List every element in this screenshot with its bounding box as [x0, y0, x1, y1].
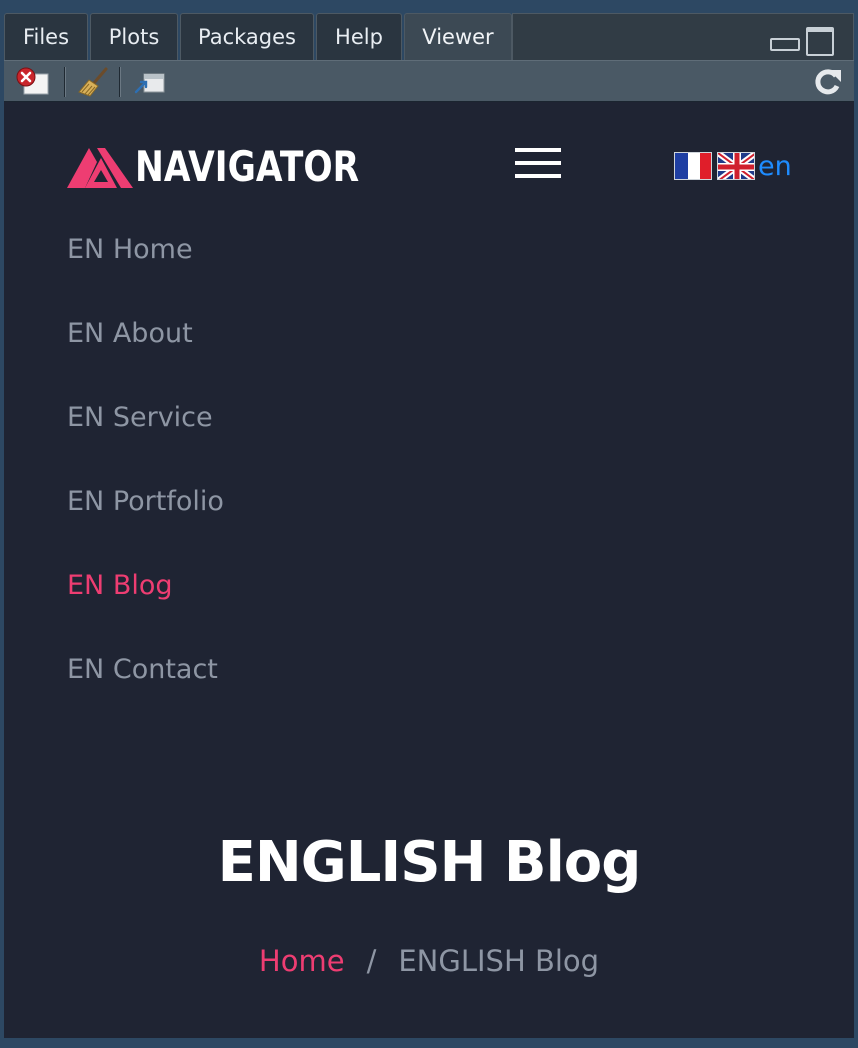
breadcrumb-current: ENGLISH Blog: [398, 944, 600, 978]
language-code-link[interactable]: en: [758, 151, 792, 182]
french-flag-icon[interactable]: [674, 152, 712, 180]
nav-item-home[interactable]: EN Home: [67, 228, 224, 312]
viewer-toolbar: [4, 60, 854, 102]
tab-viewer[interactable]: Viewer: [404, 13, 512, 60]
nav-item-contact[interactable]: EN Contact: [67, 648, 224, 732]
minimize-pane-icon[interactable]: [770, 27, 800, 51]
nav-item-portfolio[interactable]: EN Portfolio: [67, 480, 224, 564]
toolbar-separator: [64, 67, 66, 97]
tab-plots[interactable]: Plots: [90, 13, 178, 60]
navigator-logo-icon: [67, 148, 133, 188]
nav-item-about[interactable]: EN About: [67, 312, 224, 396]
breadcrumb: Home / ENGLISH Blog: [4, 944, 854, 978]
maximize-pane-icon[interactable]: [806, 27, 834, 56]
tab-help[interactable]: Help: [316, 13, 402, 60]
nav-item-service[interactable]: EN Service: [67, 396, 224, 480]
viewer-pane: Files Plots Packages Help Viewer NAVIGAT…: [0, 0, 858, 1048]
menu-toggle-icon[interactable]: [515, 146, 561, 180]
toolbar-separator: [119, 67, 121, 97]
page-title: ENGLISH Blog: [217, 830, 642, 895]
brand-name: NAVIGATOR: [135, 141, 360, 191]
broom-icon[interactable]: [76, 66, 110, 98]
tab-bar-filler: [512, 13, 854, 60]
nav-item-blog[interactable]: EN Blog: [67, 564, 224, 648]
breadcrumb-separator: /: [366, 944, 377, 978]
uk-flag-icon[interactable]: [717, 152, 755, 180]
breadcrumb-home-link[interactable]: Home: [259, 944, 345, 978]
language-switcher: en: [674, 150, 792, 182]
tab-packages[interactable]: Packages: [180, 13, 314, 60]
refresh-icon[interactable]: [810, 66, 844, 98]
site-nav-menu: EN Home EN About EN Service EN Portfolio…: [67, 228, 224, 732]
viewer-content: NAVIGATOR en EN Home EN About EN Service…: [4, 102, 854, 1038]
export-viewer-icon[interactable]: [132, 66, 166, 98]
site-logo[interactable]: NAVIGATOR: [67, 140, 408, 192]
tab-files[interactable]: Files: [4, 13, 88, 60]
clear-viewer-icon[interactable]: [14, 66, 49, 98]
pane-tab-bar: Files Plots Packages Help Viewer: [0, 10, 858, 60]
